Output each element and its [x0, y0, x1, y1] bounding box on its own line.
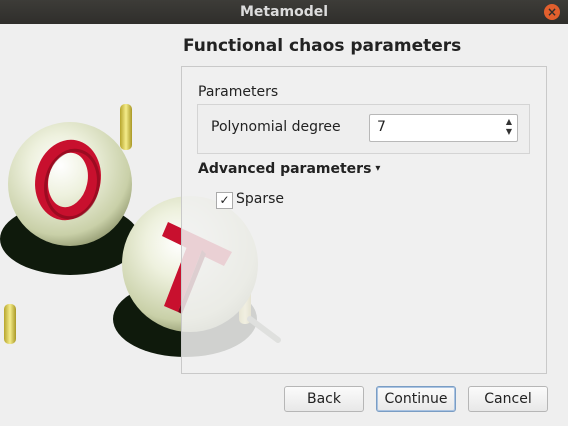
page-title: Functional chaos parameters	[183, 36, 462, 56]
parameters-group-box: Polynomial degree 7 ▲ ▼	[197, 104, 530, 154]
wizard-window: Functional chaos parameters Parameters P…	[0, 24, 568, 426]
parameters-panel: Parameters Polynomial degree 7 ▲ ▼ Advan…	[181, 66, 547, 374]
close-icon[interactable]: ×	[544, 4, 560, 20]
continue-button[interactable]: Continue	[376, 386, 456, 412]
spin-arrows[interactable]: ▲ ▼	[503, 117, 515, 139]
advanced-parameters-label[interactable]: Advanced parameters	[198, 161, 371, 177]
polynomial-degree-spinbox[interactable]: 7 ▲ ▼	[369, 114, 518, 142]
logo-peg	[4, 304, 16, 344]
spin-up-icon[interactable]: ▲	[503, 117, 515, 127]
window-title: Metamodel	[239, 4, 329, 20]
sparse-label[interactable]: Sparse	[236, 191, 284, 207]
polynomial-degree-label: Polynomial degree	[211, 119, 341, 135]
spin-down-icon[interactable]: ▼	[503, 127, 515, 137]
parameters-group-label: Parameters	[198, 84, 279, 100]
polynomial-degree-value[interactable]: 7	[377, 119, 386, 135]
logo-peg	[120, 104, 132, 150]
sparse-checkbox[interactable]: ✓	[216, 192, 233, 209]
advanced-parameters-toggle[interactable]: Advanced parameters ▾	[198, 161, 380, 177]
back-button[interactable]: Back	[284, 386, 364, 412]
title-bar: Metamodel ×	[0, 0, 568, 24]
cancel-button[interactable]: Cancel	[468, 386, 548, 412]
chevron-down-icon[interactable]: ▾	[375, 163, 380, 174]
